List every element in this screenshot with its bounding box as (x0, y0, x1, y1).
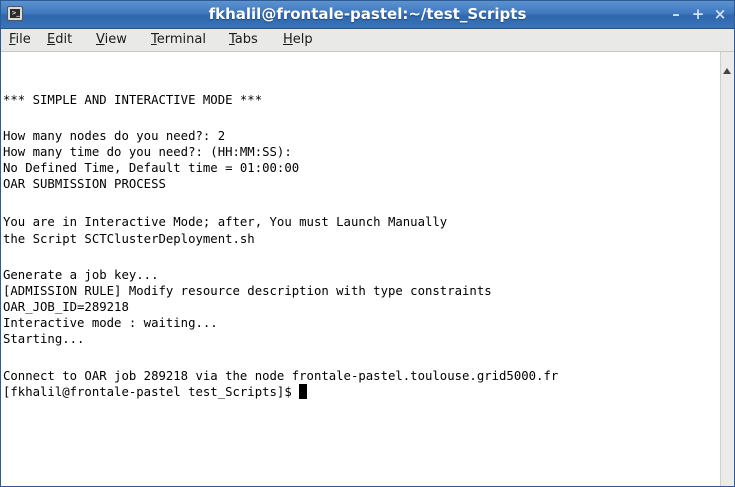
minimize-button[interactable]: – (665, 1, 687, 28)
terminal-line: Interactive mode : waiting... (3, 316, 218, 330)
menu-view-mnemonic: V (96, 32, 105, 47)
menu-tabs[interactable]: Tabs (229, 29, 258, 51)
terminal-line: How many time do you need?: (HH:MM:SS): (3, 145, 292, 159)
menu-help[interactable]: Help (283, 29, 313, 51)
terminal-output[interactable]: *** SIMPLE AND INTERACTIVE MODE *** How … (1, 52, 720, 486)
title-bar[interactable]: >_ fkhalil@frontale-pastel:~/test_Script… (1, 1, 734, 29)
menu-terminal-label: erminal (156, 32, 206, 47)
menu-edit-label: dit (55, 32, 73, 47)
terminal-prompt-line[interactable]: [fkhalil@frontale-pastel test_Scripts]$ (3, 384, 308, 400)
close-button[interactable]: × (709, 1, 731, 28)
menu-terminal[interactable]: Terminal (151, 29, 206, 51)
terminal-line: How many nodes do you need?: 2 (3, 129, 226, 143)
menu-file-label: ile (15, 32, 31, 47)
terminal-line: Connect to OAR job 289218 via the node f… (3, 369, 559, 383)
terminal-line: *** SIMPLE AND INTERACTIVE MODE *** (3, 93, 263, 107)
terminal-line: Starting... (3, 332, 85, 346)
menu-view[interactable]: View (96, 29, 127, 51)
menu-view-label: iew (104, 32, 127, 47)
terminal-line: Generate a job key... (3, 268, 159, 282)
shell-prompt: [fkhalil@frontale-pastel test_Scripts]$ (3, 385, 300, 399)
terminal-line: OAR_JOB_ID=289218 (3, 300, 129, 314)
menu-tabs-label: abs (234, 32, 258, 47)
window-title: fkhalil@frontale-pastel:~/test_Scripts (208, 5, 527, 23)
menu-edit-mnemonic: E (47, 32, 56, 47)
menu-edit[interactable]: Edit (47, 29, 72, 51)
terminal-line: the Script SCTClusterDeployment.sh (3, 232, 255, 246)
terminal-line: [ADMISSION RULE] Modify resource descrip… (3, 284, 492, 298)
menu-file[interactable]: File (9, 29, 31, 51)
terminal-line: You are in Interactive Mode; after, You … (3, 215, 448, 229)
scroll-up-arrow-icon[interactable] (723, 68, 731, 74)
text-cursor (299, 384, 308, 399)
terminal-line: No Defined Time, Default time = 01:00:00 (3, 161, 300, 175)
maximize-button[interactable]: + (687, 1, 709, 28)
terminal-line: OAR SUBMISSION PROCESS (3, 177, 166, 191)
terminal-window: >_ fkhalil@frontale-pastel:~/test_Script… (0, 0, 735, 487)
menu-help-mnemonic: H (283, 32, 293, 47)
menu-bar: File Edit View Terminal Tabs Help (1, 29, 734, 52)
menu-help-label: elp (292, 32, 313, 47)
vertical-scrollbar[interactable] (720, 52, 734, 486)
